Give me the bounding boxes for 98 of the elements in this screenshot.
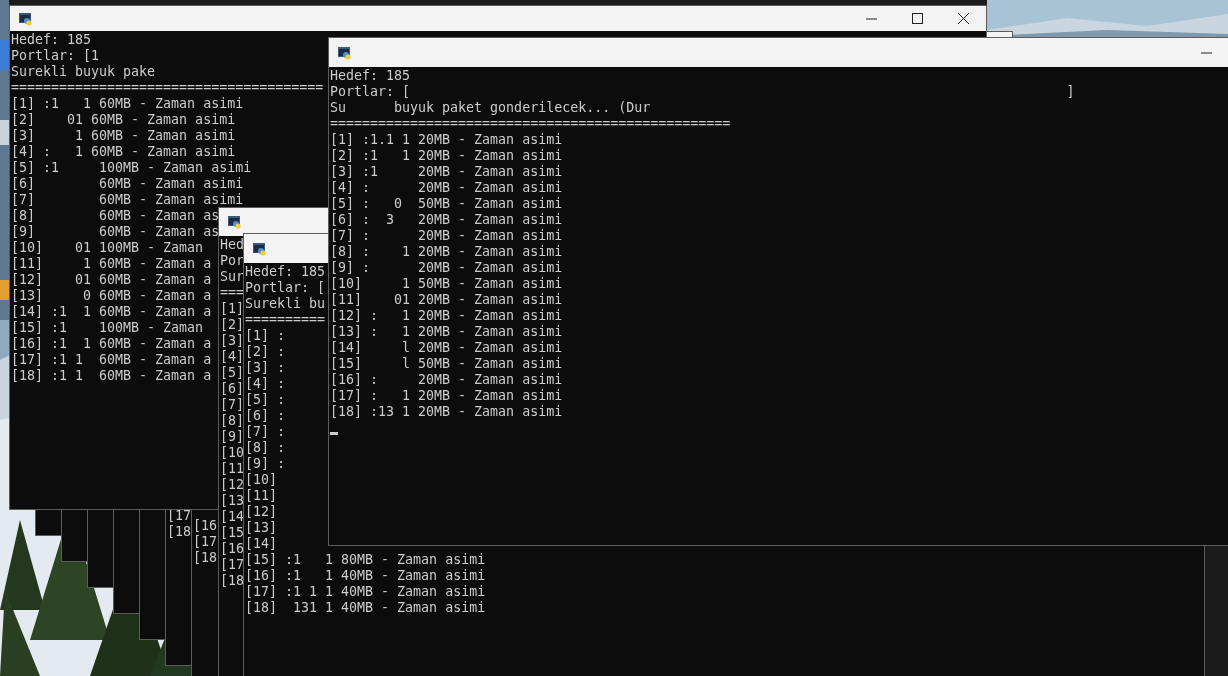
console-line: [9] : 20MB - Zaman asimi	[330, 260, 563, 276]
app-icon	[228, 215, 242, 229]
console-line: [11] 1 60MB - Zaman a	[11, 256, 212, 272]
console-line: Portlar: [ ]	[330, 84, 1075, 100]
console-line: [7] 60MB - Zaman asimi	[11, 192, 244, 208]
console-line: [12] : 1 20MB - Zaman asimi	[330, 308, 563, 324]
console-line: [18] :1 1 60MB - Zaman a	[11, 368, 212, 384]
console-line: [7] :	[245, 424, 286, 440]
close-icon[interactable]	[957, 13, 969, 24]
console-line: [18] :13 1 20MB - Zaman asimi	[330, 404, 563, 420]
console-line: [5] :	[245, 392, 286, 408]
console-line: [9] 60MB - Zaman as	[11, 224, 220, 240]
console-line: ===	[220, 285, 245, 301]
console-line: Hedef: 185	[330, 68, 411, 84]
console-line: [4] : 20MB - Zaman asimi	[330, 180, 563, 196]
console-line: [10] 1 50MB - Zaman asimi	[330, 276, 563, 292]
console-line: [6]	[220, 381, 245, 397]
console-line: [9] :	[245, 456, 286, 472]
console-line: [18	[193, 550, 218, 566]
console-line: Hedef: 185	[245, 264, 326, 280]
console-line: [9]	[220, 429, 245, 445]
console-line: [17	[220, 557, 245, 573]
console-line: [4]	[220, 349, 245, 365]
console-line: [13	[220, 493, 245, 509]
console-line: Hed	[220, 237, 245, 253]
console-line: [16] :1 1 40MB - Zaman asimi	[245, 568, 486, 584]
console-line: Hedef: 185	[11, 32, 92, 48]
console-line: [15	[220, 525, 245, 541]
console-line: [4] : 1 60MB - Zaman asimi	[11, 144, 236, 160]
console-line: [3] :	[245, 360, 286, 376]
console-line: [13]	[245, 520, 278, 536]
console-line: [1]	[220, 301, 245, 317]
console-line: [2] 01 60MB - Zaman asimi	[11, 112, 236, 128]
console-line: [12	[220, 477, 245, 493]
console-line: [5] :1 100MB - Zaman asimi	[11, 160, 252, 176]
maximize-icon[interactable]	[911, 13, 923, 24]
console-line: [14] :1 1 60MB - Zaman a	[11, 304, 212, 320]
console-line: [1] :1.1 1 20MB - Zaman asimi	[330, 132, 563, 148]
console-line: [1] :	[245, 328, 286, 344]
console-line: [17	[193, 534, 218, 550]
console-line: [16	[220, 541, 245, 557]
console-line: [4] :	[245, 376, 286, 392]
console-line: [10	[220, 445, 245, 461]
console-line: Portlar: [	[245, 280, 326, 296]
console-line: [18	[220, 573, 245, 589]
console-line: [2] :	[245, 344, 286, 360]
console-line: [13] : 1 20MB - Zaman asimi	[330, 324, 563, 340]
console-line: [14]	[245, 536, 278, 552]
console-line: [2]	[220, 317, 245, 333]
console-line: [11	[220, 461, 245, 477]
console-line: Por	[220, 253, 245, 269]
console-line: [18] 131 1 40MB - Zaman asimi	[245, 600, 486, 616]
console-line: [10]	[245, 472, 278, 488]
console-line: =======================================	[11, 80, 324, 96]
console-line: [8] 60MB - Zaman as	[11, 208, 220, 224]
console-line: [15] :1 1 80MB - Zaman asimi	[245, 552, 486, 568]
console-line: [11] 01 20MB - Zaman asimi	[330, 292, 563, 308]
console-line: [6] :	[245, 408, 286, 424]
console-line: [6] 60MB - Zaman asimi	[11, 176, 244, 192]
console-line: Surekli bu	[245, 296, 326, 312]
console-line: [8] :	[245, 440, 286, 456]
console-line: [14	[220, 509, 245, 525]
console-line: Sur	[220, 269, 245, 285]
console-line: Surekli buyuk pake	[11, 64, 156, 80]
console-line: [7] : 20MB - Zaman asimi	[330, 228, 563, 244]
console-line: [16	[193, 518, 218, 534]
console-line: [3]	[220, 333, 245, 349]
console-line: [5] : 0 50MB - Zaman asimi	[330, 196, 563, 212]
app-icon	[19, 11, 33, 26]
console-line: Portlar: [1	[11, 48, 100, 64]
console-line: [3] :1 20MB - Zaman asimi	[330, 164, 563, 180]
console-line: [18	[167, 524, 192, 540]
console-line: [5]	[220, 365, 245, 381]
console-line: [8]	[220, 413, 245, 429]
console-line: [15] l 50MB - Zaman asimi	[330, 356, 563, 372]
console-line: [17] :1 1 60MB - Zaman a	[11, 352, 212, 368]
console-line: [7]	[220, 397, 245, 413]
console-line: [1] :1 1 60MB - Zaman asimi	[11, 96, 244, 112]
console-line: ==========	[245, 312, 326, 328]
console-line: [10] 01 100MB - Zaman	[11, 240, 204, 256]
console-line: [8] : 1 20MB - Zaman asimi	[330, 244, 563, 260]
console-line: ==================================================	[330, 116, 731, 132]
console-line: [2] :1 1 20MB - Zaman asimi	[330, 148, 563, 164]
console-line: [12] 01 60MB - Zaman a	[11, 272, 212, 288]
console-line: [15] :1 100MB - Zaman	[11, 320, 204, 336]
app-icon	[253, 241, 267, 256]
console-line: Su buyuk paket gonderilecek... (Dur	[330, 100, 651, 116]
console-line: [17] : 1 20MB - Zaman asimi	[330, 388, 563, 404]
console-line: [16] : 20MB - Zaman asimi	[330, 372, 563, 388]
console-line: [3] 1 60MB - Zaman asimi	[11, 128, 236, 144]
console-line: [11]	[245, 488, 278, 504]
console-line: [6] : 3 20MB - Zaman asimi	[330, 212, 563, 228]
console-line: [14] l 20MB - Zaman asimi	[330, 340, 563, 356]
console-line: [12]	[245, 504, 278, 520]
console-line: [16] :1 1 60MB - Zaman a	[11, 336, 212, 352]
app-icon	[338, 45, 352, 60]
console-line: [13] 0 60MB - Zaman a	[11, 288, 212, 304]
console-line: [17] :1 1 1 40MB - Zaman asimi	[245, 584, 486, 600]
